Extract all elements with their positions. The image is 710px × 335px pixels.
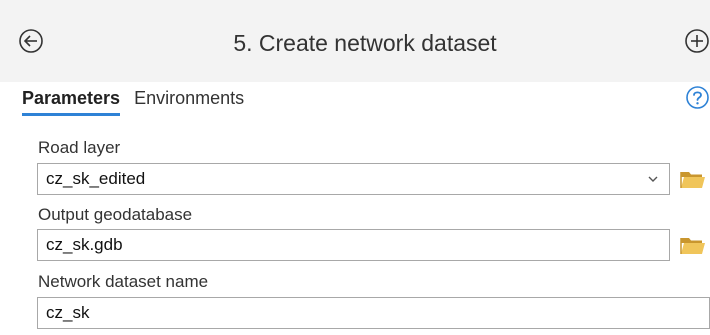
dataset-name-label: Network dataset name bbox=[38, 272, 209, 291]
tab-bar: Parameters Environments bbox=[22, 87, 258, 117]
dataset-name-input[interactable]: cz_sk bbox=[37, 297, 710, 329]
chevron-down-icon[interactable] bbox=[647, 173, 659, 185]
help-icon[interactable] bbox=[685, 85, 710, 110]
geoprocessing-pane: 5. Create network dataset Parameters Env… bbox=[0, 0, 710, 335]
tab-environments[interactable]: Environments bbox=[134, 87, 244, 113]
add-icon[interactable] bbox=[684, 28, 710, 54]
road-layer-select[interactable]: cz_sk_edited bbox=[37, 163, 670, 195]
folder-icon[interactable] bbox=[680, 234, 706, 256]
output-gdb-input[interactable]: cz_sk.gdb bbox=[37, 229, 670, 261]
folder-icon[interactable] bbox=[680, 168, 706, 190]
output-gdb-value: cz_sk.gdb bbox=[46, 235, 123, 254]
road-layer-label: Road layer bbox=[38, 138, 121, 157]
tool-title: 5. Create network dataset bbox=[233, 30, 497, 56]
tab-parameters[interactable]: Parameters bbox=[22, 87, 121, 116]
pane-header: 5. Create network dataset bbox=[0, 0, 710, 82]
output-gdb-label: Output geodatabase bbox=[38, 205, 193, 224]
road-layer-value: cz_sk_edited bbox=[46, 169, 146, 188]
dataset-name-value: cz_sk bbox=[46, 303, 90, 322]
